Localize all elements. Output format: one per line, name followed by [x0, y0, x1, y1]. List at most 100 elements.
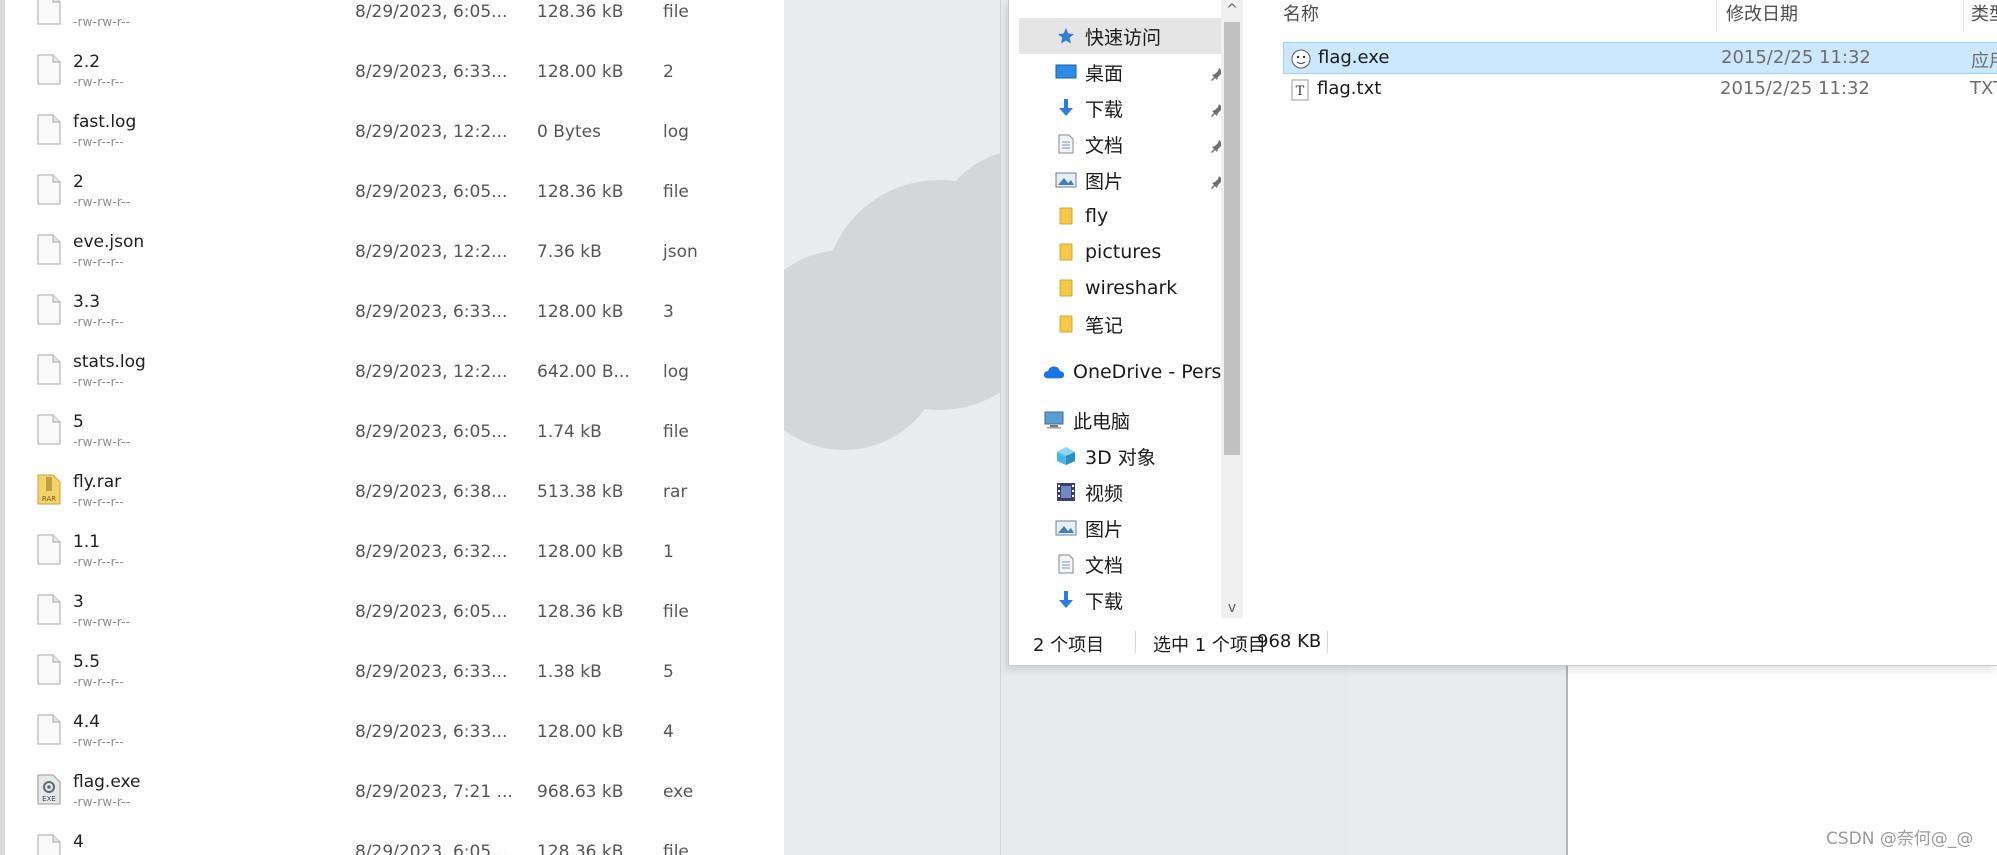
file-list-row[interactable]: 4.4 -rw-r--r-- 8/29/2023, 6:33... 128.00 kB… — [5, 700, 784, 760]
file-list-row[interactable]: RAR fly.rar -rw-r--r-- 8/29/2023, 6:38... 51… — [5, 460, 784, 520]
file-list-row[interactable]: 2 -rw-rw-r-- 8/29/2023, 6:05... 128.36 kB fi… — [5, 160, 784, 220]
file-name[interactable]: 3.3 — [73, 292, 100, 312]
file-type: exe — [663, 782, 694, 802]
nav-label: 图片 — [1085, 170, 1124, 193]
nav-item[interactable]: 图片 — [1055, 510, 1221, 546]
nav-item[interactable]: 桌面 — [1055, 54, 1221, 90]
file-icon — [37, 414, 61, 445]
file-permissions: -rw-rw-r-- — [73, 795, 131, 809]
file-name[interactable]: fly.rar — [73, 472, 121, 492]
file-type: file — [663, 2, 689, 22]
file-name[interactable]: 3 — [73, 592, 84, 612]
column-header-type[interactable]: 类型 — [1971, 0, 1997, 32]
nav-label: 视频 — [1085, 482, 1124, 505]
svg-text:EXE: EXE — [42, 795, 56, 803]
nav-item[interactable]: pictures — [1055, 234, 1221, 270]
nav-label: pictures — [1085, 241, 1162, 263]
file-permissions: -rw-rw-r-- — [73, 195, 131, 209]
file-list-row[interactable]: EXE flag.exe -rw-rw-r-- 8/29/2023, 7:21 ...… — [5, 760, 784, 820]
nav-item[interactable]: wireshark — [1055, 270, 1221, 306]
file-name[interactable]: 4.4 — [73, 712, 100, 732]
file-list-row[interactable]: eve.json -rw-r--r-- 8/29/2023, 12:2... 7.36… — [5, 220, 784, 280]
nav-label: 文档 — [1085, 134, 1124, 157]
file-name[interactable]: 2 — [73, 172, 84, 192]
file-name[interactable]: fast.log — [73, 112, 136, 132]
file-list-row[interactable]: 4-rw-rw-r--8/29/2023, 6:05...128.36 kBfi… — [5, 820, 784, 855]
nav-quick-access[interactable]: 快速访问 — [1019, 18, 1221, 54]
file-name[interactable]: stats.log — [73, 352, 146, 372]
file-name[interactable]: 1.1 — [73, 532, 100, 552]
file-name[interactable]: 4 — [73, 832, 84, 852]
nav-label: 下载 — [1085, 590, 1124, 613]
file-row[interactable]: flag.exe 2015/2/25 11:32 应用 — [1283, 42, 1997, 74]
scroll-down-arrow-icon[interactable]: v — [1224, 600, 1240, 616]
file-name[interactable]: 5 — [73, 412, 84, 432]
nav-item[interactable]: 文档 — [1055, 126, 1221, 162]
file-list-row[interactable]: 3 -rw-rw-r-- 8/29/2023, 6:05... 128.36 kB fi… — [5, 580, 784, 640]
file-name[interactable]: flag.exe — [73, 772, 140, 792]
nav-item[interactable]: 下载 — [1055, 582, 1221, 618]
column-separator[interactable] — [1963, 0, 1964, 32]
nav-item[interactable]: 图片 — [1055, 162, 1221, 198]
column-separator[interactable] — [1716, 0, 1717, 32]
file-list-row[interactable]: stats.log -rw-r--r-- 8/29/2023, 12:2... 642… — [5, 340, 784, 400]
svg-text:RAR: RAR — [42, 495, 56, 503]
scroll-up-arrow-icon[interactable]: ^ — [1224, 2, 1240, 18]
file-size: 7.36 kB — [537, 242, 602, 262]
file-date: 8/29/2023, 6:05... — [355, 2, 508, 22]
3d-objects-icon — [1055, 446, 1077, 466]
file-name[interactable]: 5.5 — [73, 652, 100, 672]
pictures-icon — [1055, 518, 1077, 538]
pin-icon[interactable] — [1211, 64, 1221, 81]
file-date: 8/29/2023, 6:38... — [355, 482, 508, 502]
nav-item[interactable]: fly — [1055, 198, 1221, 234]
file-icon — [37, 294, 61, 325]
file-list-row[interactable]: 5.5 -rw-r--r-- 8/29/2023, 6:33... 1.38 kB 5 — [5, 640, 784, 700]
file-size: 128.00 kB — [537, 542, 624, 562]
file-list-row[interactable]: 5 -rw-rw-r-- 8/29/2023, 6:05... 1.74 kB file — [5, 400, 784, 460]
file-size: 128.36 kB — [537, 182, 624, 202]
nav-this-pc[interactable]: 此电脑 — [1043, 402, 1221, 438]
status-selected-count: 选中 1 个项目 — [1153, 635, 1266, 656]
pin-icon[interactable] — [1211, 136, 1221, 153]
file-permissions: -rw-rw-r-- — [73, 615, 131, 629]
file-date: 8/29/2023, 6:05... — [355, 842, 508, 855]
file-modified-date: 2015/2/25 11:32 — [1720, 78, 1870, 99]
file-size: 128.00 kB — [537, 722, 624, 742]
nav-item[interactable]: 文档 — [1055, 546, 1221, 582]
file-row[interactable]: Tflag.txt 2015/2/25 11:32 TXT — [1283, 74, 1997, 106]
nav-item[interactable]: 3D 对象 — [1055, 438, 1221, 474]
file-name[interactable]: eve.json — [73, 232, 144, 252]
file-size: 1.74 kB — [537, 422, 602, 442]
nav-item[interactable]: 笔记 — [1055, 306, 1221, 342]
file-size: 0 Bytes — [537, 122, 601, 142]
status-separator — [1327, 631, 1328, 653]
download-icon — [1055, 590, 1077, 610]
scroll-thumb[interactable] — [1224, 22, 1240, 455]
file-icon — [37, 54, 61, 85]
file-permissions: -rw-r--r-- — [73, 495, 125, 509]
file-list-row[interactable]: -rw-rw-r-- 8/29/2023, 6:05... 128.36 kB fil… — [5, 0, 784, 40]
nav-onedrive[interactable]: OneDrive - Persc — [1043, 354, 1221, 390]
file-type: file — [663, 602, 689, 622]
file-name[interactable]: 2.2 — [73, 52, 100, 72]
file-type: json — [663, 242, 698, 262]
column-header-date[interactable]: 修改日期 — [1726, 0, 1798, 32]
file-list-row[interactable]: fast.log -rw-r--r-- 8/29/2023, 12:2... 0 By… — [5, 100, 784, 160]
file-size: 128.36 kB — [537, 602, 624, 622]
nav-scrollbar[interactable]: ^ v — [1221, 0, 1243, 618]
pin-icon[interactable] — [1211, 100, 1221, 117]
file-permissions: -rw-r--r-- — [73, 675, 125, 689]
watermark: CSDN @奈何@_@ — [1826, 829, 1974, 849]
nav-label: fly — [1085, 205, 1109, 227]
file-date: 8/29/2023, 12:2... — [355, 362, 508, 382]
file-icon — [37, 714, 61, 745]
file-type: log — [663, 362, 689, 382]
pin-icon[interactable] — [1211, 172, 1221, 189]
nav-item[interactable]: 下载 — [1055, 90, 1221, 126]
nav-item[interactable]: 视频 — [1055, 474, 1221, 510]
file-list-row[interactable]: 3.3 -rw-r--r-- 8/29/2023, 6:33... 128.00 kB… — [5, 280, 784, 340]
column-header-name[interactable]: 名称 — [1283, 0, 1319, 32]
file-list-row[interactable]: 2.2 -rw-r--r-- 8/29/2023, 6:33... 128.00 kB… — [5, 40, 784, 100]
file-list-row[interactable]: 1.1 -rw-r--r-- 8/29/2023, 6:32... 128.00 kB… — [5, 520, 784, 580]
